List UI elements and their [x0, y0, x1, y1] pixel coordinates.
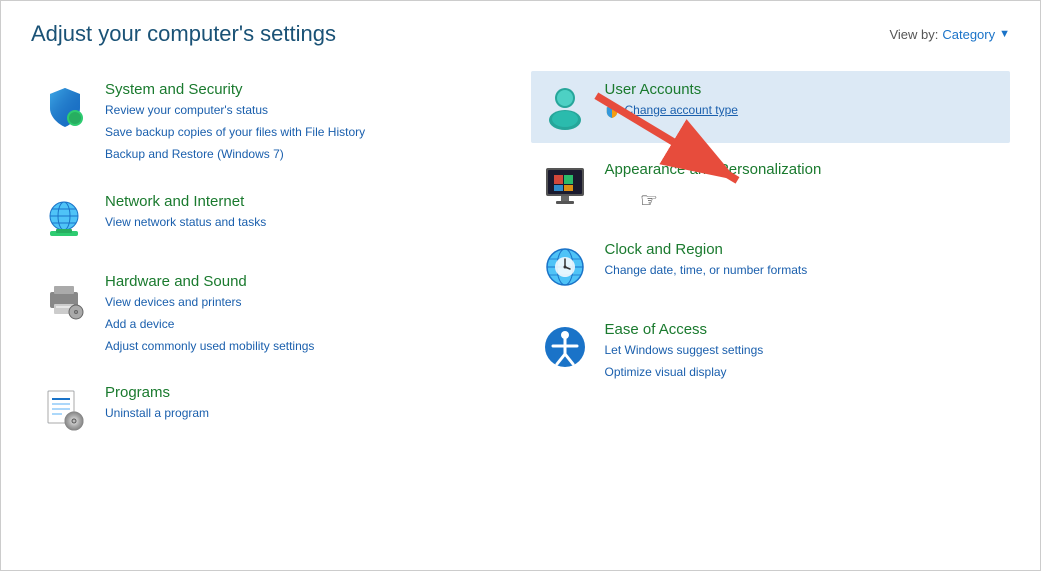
- ease-of-access-icon: [539, 321, 591, 373]
- category-ease-of-access: Ease of Access Let Windows suggest setti…: [531, 311, 1011, 392]
- hardware-sound-icon: [39, 273, 91, 325]
- programs-icon: [39, 384, 91, 436]
- category-programs: Programs Uninstall a program: [31, 374, 501, 446]
- hardware-sound-link-3[interactable]: Adjust commonly used mobility settings: [105, 337, 314, 356]
- category-network-internet: Network and Internet View network status…: [31, 183, 501, 255]
- category-appearance: Appearance and Personalization: [531, 151, 1011, 223]
- category-user-accounts: User Accounts: [531, 71, 1011, 143]
- appearance-title[interactable]: Appearance and Personalization: [605, 161, 822, 178]
- page-title: Adjust your computer's settings: [31, 21, 336, 47]
- uac-shield-icon: [605, 104, 619, 118]
- clock-region-title[interactable]: Clock and Region: [605, 241, 808, 258]
- system-security-icon: [39, 81, 91, 133]
- control-panel-page: Adjust your computer's settings View by:…: [1, 1, 1040, 474]
- view-by-control: View by: Category ▼: [889, 27, 1010, 42]
- programs-link-1[interactable]: Uninstall a program: [105, 404, 209, 423]
- clock-region-text: Clock and Region Change date, time, or n…: [605, 241, 808, 280]
- category-clock-region: Clock and Region Change date, time, or n…: [531, 231, 1011, 303]
- network-internet-icon: [39, 193, 91, 245]
- system-security-link-3[interactable]: Backup and Restore (Windows 7): [105, 145, 365, 164]
- user-accounts-icon: [539, 81, 591, 133]
- header: Adjust your computer's settings View by:…: [31, 21, 1010, 47]
- programs-title[interactable]: Programs: [105, 384, 209, 401]
- ease-of-access-title[interactable]: Ease of Access: [605, 321, 764, 338]
- network-internet-title[interactable]: Network and Internet: [105, 193, 266, 210]
- ease-of-access-link-2[interactable]: Optimize visual display: [605, 363, 764, 382]
- system-security-link-1[interactable]: Review your computer's status: [105, 101, 365, 120]
- hardware-sound-title[interactable]: Hardware and Sound: [105, 273, 314, 290]
- left-column: System and Security Review your computer…: [31, 71, 521, 454]
- ease-of-access-text: Ease of Access Let Windows suggest setti…: [605, 321, 764, 382]
- category-system-security: System and Security Review your computer…: [31, 71, 501, 175]
- user-accounts-title[interactable]: User Accounts: [605, 81, 738, 98]
- system-security-text: System and Security Review your computer…: [105, 81, 365, 165]
- chevron-down-icon: ▼: [999, 28, 1010, 40]
- right-column: User Accounts: [521, 71, 1011, 454]
- network-internet-text: Network and Internet View network status…: [105, 193, 266, 232]
- ease-of-access-link-1[interactable]: Let Windows suggest settings: [605, 341, 764, 360]
- appearance-icon: [539, 161, 591, 213]
- change-account-type-link[interactable]: Change account type: [625, 101, 738, 120]
- view-by-label: View by:: [889, 27, 938, 42]
- category-hardware-sound: Hardware and Sound View devices and prin…: [31, 263, 501, 367]
- appearance-text: Appearance and Personalization: [605, 161, 822, 178]
- system-security-link-2[interactable]: Save backup copies of your files with Fi…: [105, 123, 365, 142]
- network-internet-link-1[interactable]: View network status and tasks: [105, 213, 266, 232]
- clock-region-link-1[interactable]: Change date, time, or number formats: [605, 261, 808, 280]
- clock-region-icon: [539, 241, 591, 293]
- user-accounts-text: User Accounts: [605, 81, 738, 120]
- system-security-title[interactable]: System and Security: [105, 81, 365, 98]
- hardware-sound-link-2[interactable]: Add a device: [105, 315, 314, 334]
- hardware-sound-link-1[interactable]: View devices and printers: [105, 293, 314, 312]
- programs-text: Programs Uninstall a program: [105, 384, 209, 423]
- hardware-sound-text: Hardware and Sound View devices and prin…: [105, 273, 314, 357]
- categories-grid: System and Security Review your computer…: [31, 71, 1010, 454]
- view-by-dropdown[interactable]: Category: [942, 27, 995, 42]
